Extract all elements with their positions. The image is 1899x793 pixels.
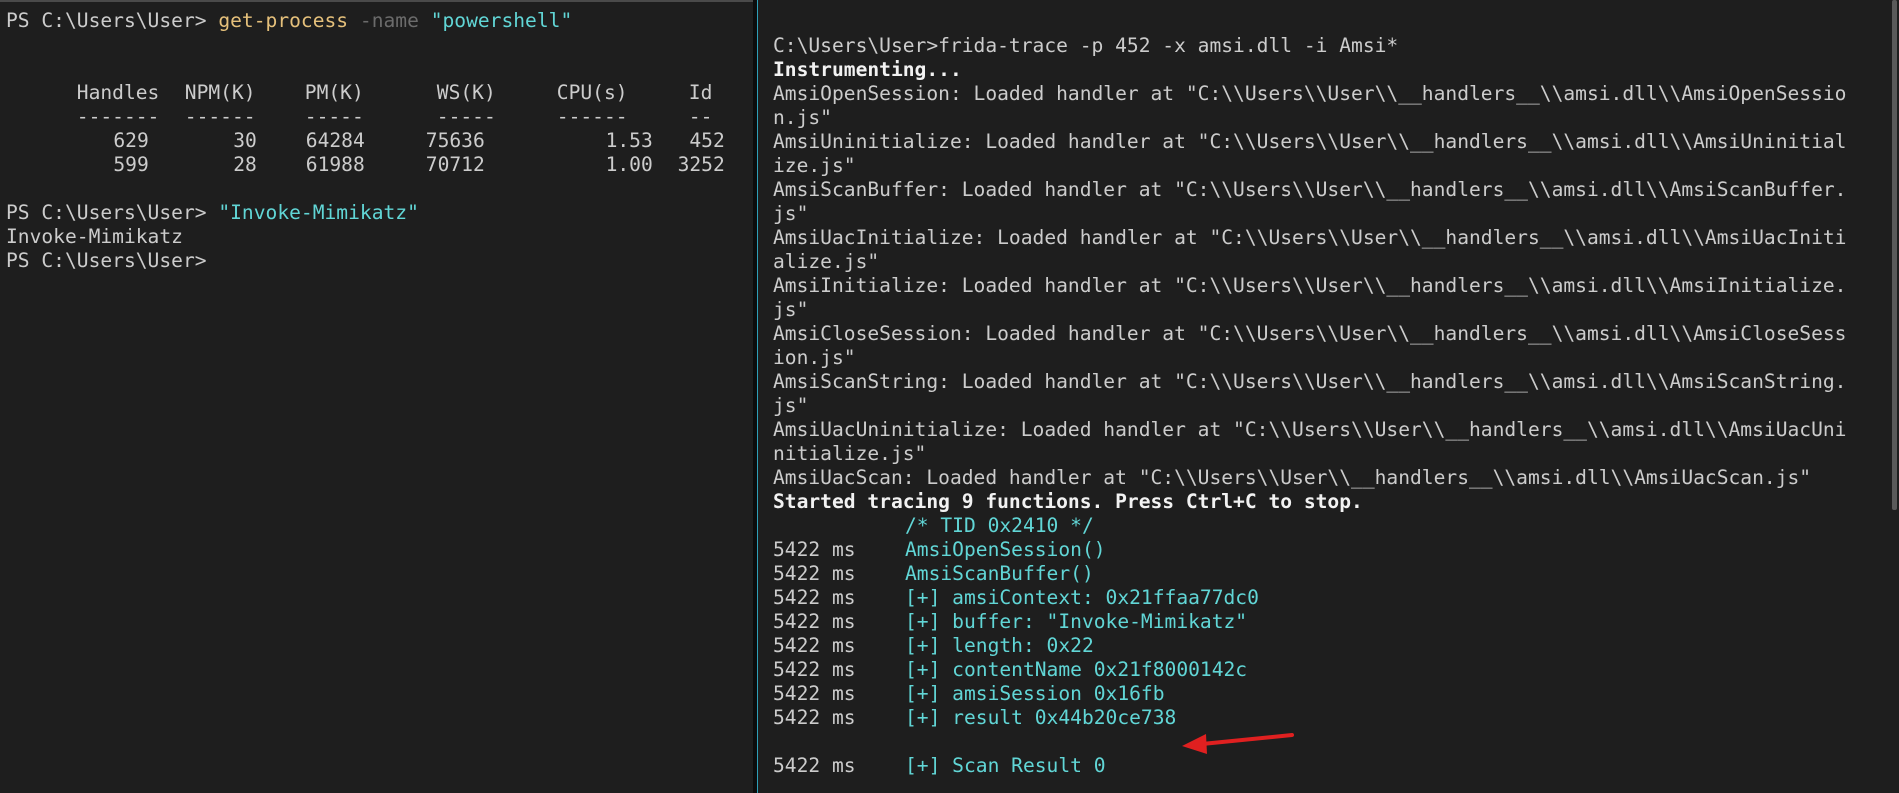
handler-log-line: AmsiCloseSession: Loaded handler at "C:\…: [773, 322, 1847, 345]
cell-si: 1: [725, 129, 753, 153]
dash-ws: -----: [436, 105, 496, 128]
command-argument: "powershell": [430, 9, 573, 32]
header-npm: NPM(K): [184, 81, 256, 104]
dash-id: --: [688, 105, 713, 128]
command-parameter: -name: [359, 9, 419, 32]
prompt: PS C:\Users\User>: [6, 9, 219, 32]
trace-message: [+] contentName 0x21f8000142c: [905, 658, 1248, 681]
handler-log-line: ion.js": [773, 346, 856, 369]
trace-line: 5422 ms [+] amsiContext: 0x21ffaa77dc0: [773, 586, 1899, 610]
header-ws: WS(K): [436, 81, 496, 104]
prompt: PS C:\Users\User>: [6, 201, 219, 224]
trace-line: 5422 ms AmsiOpenSession(): [773, 538, 1899, 562]
dash-pm: -----: [304, 105, 364, 128]
trace-timestamp: 5422 ms: [773, 610, 856, 633]
process-table-header: HandlesNPM(K)PM(K)WS(K)CPU(s)IdSI: [6, 57, 753, 104]
handler-log-line: js": [773, 298, 809, 321]
cell-ws: 75636: [425, 129, 485, 152]
trace-timestamp: 5422 ms: [773, 634, 856, 657]
current-prompt: PS C:\Users\User>: [6, 249, 207, 272]
handler-log-line: AmsiUninitialize: Loaded handler at "C:\…: [773, 130, 1847, 153]
cell-pm: 61988: [305, 153, 365, 176]
frida-trace-pane[interactable]: C:\Users\User>frida-trace -p 452 -x amsi…: [758, 0, 1899, 793]
handler-log-line: ize.js": [773, 154, 856, 177]
trace-timestamp: 5422 ms: [773, 706, 856, 729]
trace-timestamp: 5422 ms: [773, 538, 856, 561]
trace-timestamp: 5422 ms: [773, 754, 856, 777]
handler-log-line: js": [773, 202, 809, 225]
handler-log-line: n.js": [773, 106, 832, 129]
trace-log: 5422 ms AmsiOpenSession() 5422 ms AmsiScanB…: [773, 538, 1899, 730]
cell-handles: 599: [113, 153, 149, 176]
frida-command: C:\Users\User>frida-trace -p 452 -x amsi…: [773, 34, 1399, 57]
trace-timestamp: 5422 ms: [773, 682, 856, 705]
handler-log-line: js": [773, 394, 809, 417]
handler-log: AmsiOpenSession: Loaded handler at "C:\\…: [773, 82, 1899, 490]
header-cpu: CPU(s): [556, 81, 628, 104]
handler-log-line: alize.js": [773, 250, 880, 273]
trace-message: [+] Scan Result 0: [905, 754, 1106, 777]
trace-message: [+] amsiSession 0x16fb: [905, 682, 1165, 705]
cell-handles: 629: [113, 129, 149, 152]
command-line-get-process: PS C:\Users\User> get-process -name "pow…: [6, 9, 753, 33]
thread-id-comment: /* TID 0x2410 */: [905, 514, 1094, 537]
pane-top-border: [0, 0, 753, 2]
handler-log-line: AmsiOpenSession: Loaded handler at "C:\\…: [773, 82, 1847, 105]
handler-log-line: AmsiScanString: Loaded handler at "C:\\U…: [773, 370, 1847, 393]
header-handles: Handles: [76, 81, 160, 104]
dash-cpu: ------: [556, 105, 628, 128]
cell-id: 3252: [677, 153, 725, 176]
command-argument: "Invoke-Mimikatz": [218, 201, 419, 224]
terminal-window: PS C:\Users\User> get-process -name "pow…: [0, 0, 1899, 793]
command-line-invoke: PS C:\Users\User> "Invoke-Mimikatz": [6, 201, 753, 225]
scrollbar[interactable]: [1892, 0, 1897, 510]
tracing-started-status: Started tracing 9 functions. Press Ctrl+…: [773, 490, 1363, 513]
trace-message: AmsiOpenSession(): [905, 538, 1106, 561]
cell-cpu: 1.53: [605, 129, 653, 152]
dash-npm: ------: [184, 105, 256, 128]
trace-line: 5422 ms [+] amsiSession 0x16fb: [773, 682, 1899, 706]
trace-line: 5422 ms [+] contentName 0x21f8000142c: [773, 658, 1899, 682]
cell-npm: 28: [233, 153, 257, 176]
powershell-pane[interactable]: PS C:\Users\User> get-process -name "pow…: [0, 0, 753, 793]
cell-ws: 70712: [425, 153, 485, 176]
trace-timestamp: 5422 ms: [773, 562, 856, 585]
handler-log-line: AmsiUacInitialize: Loaded handler at "C:…: [773, 226, 1847, 249]
command-name: get-process: [218, 9, 349, 32]
trace-timestamp: 5422 ms: [773, 658, 856, 681]
header-pm: PM(K): [304, 81, 364, 104]
trace-timestamp: 5422 ms: [773, 586, 856, 609]
trace-message: [+] length: 0x22: [905, 634, 1094, 657]
handler-log-line: nitialize.js": [773, 442, 927, 465]
cell-pm: 64284: [305, 129, 365, 152]
cell-id: 452: [689, 129, 725, 152]
red-arrow-annotation: [1182, 733, 1294, 754]
handler-log-line: AmsiUacScan: Loaded handler at "C:\\User…: [773, 466, 1812, 489]
trace-message: AmsiScanBuffer(): [905, 562, 1094, 585]
trace-line: 5422 ms [+] result 0x44b20ce738: [773, 706, 1899, 730]
trace-message: [+] amsiContext: 0x21ffaa77dc0: [905, 586, 1259, 609]
instrumenting-status: Instrumenting...: [773, 58, 962, 81]
cell-npm: 30: [233, 129, 257, 152]
trace-line: 5422 ms [+] buffer: "Invoke-Mimikatz": [773, 610, 1899, 634]
cell-si: 1: [725, 153, 753, 177]
handler-log-line: AmsiUacUninitialize: Loaded handler at "…: [773, 418, 1847, 441]
trace-line: 5422 ms AmsiScanBuffer(): [773, 562, 1899, 586]
trace-message: [+] result 0x44b20ce738: [905, 706, 1177, 729]
trace-line: 5422 ms [+] length: 0x22: [773, 634, 1899, 658]
handler-log-line: AmsiScanBuffer: Loaded handler at "C:\\U…: [773, 178, 1847, 201]
trace-message: [+] buffer: "Invoke-Mimikatz": [905, 610, 1248, 633]
dash-handles: -------: [76, 105, 160, 128]
trace-line-scan-result: 5422 ms [+] Scan Result 0: [773, 754, 1899, 778]
command-output: Invoke-Mimikatz: [6, 225, 183, 248]
handler-log-line: AmsiInitialize: Loaded handler at "C:\\U…: [773, 274, 1847, 297]
cell-cpu: 1.00: [605, 153, 653, 176]
header-id: Id: [688, 81, 713, 104]
